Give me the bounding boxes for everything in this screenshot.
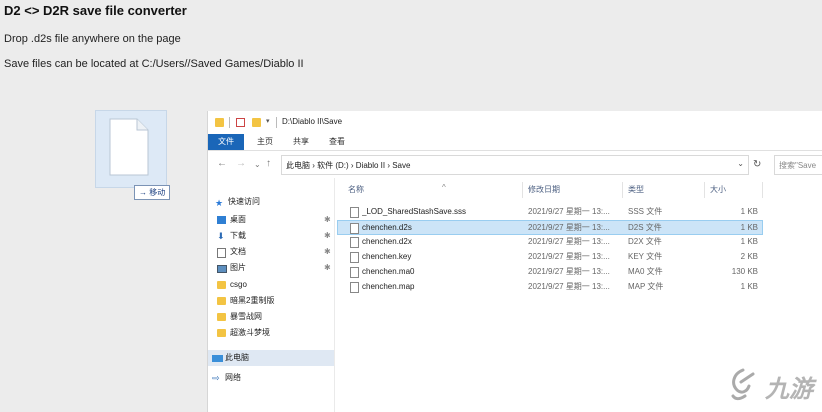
download-icon: ⬇ — [217, 231, 225, 241]
document-icon — [217, 248, 226, 258]
customize-toolbar-icon[interactable]: ▾ — [266, 117, 270, 125]
jiuyou-logo: 九游 — [731, 368, 817, 403]
nav-item-d2r[interactable]: 暗黑2重制版 — [217, 294, 274, 308]
pc-icon — [212, 355, 223, 362]
pin-icon[interactable]: ✱ — [324, 229, 331, 243]
save-location-note: Save files can be located at C:/Users//S… — [4, 58, 304, 70]
explorer-titlebar: ▾ D:\Diablo II\Save — [208, 111, 822, 134]
pin-icon[interactable]: ✱ — [324, 261, 331, 275]
forward-arrow-icon[interactable]: → — [236, 158, 246, 169]
pin-icon[interactable]: ✱ — [324, 245, 331, 259]
file-row[interactable]: chenchen.d2x 2021/9/27 星期一 13:... D2X 文件… — [338, 235, 762, 249]
address-row: ← → ⌄ ↑ 此电脑 › 软件 (D:) › Diablo II › Save… — [208, 151, 822, 178]
back-arrow-icon[interactable]: ← — [217, 158, 227, 169]
folder-icon — [217, 329, 226, 337]
folder-icon — [215, 118, 224, 127]
file-row-selected[interactable]: chenchen.d2s 2021/9/27 星期一 13:... D2S 文件… — [337, 220, 763, 235]
nav-item-csgo[interactable]: csgo — [217, 278, 247, 292]
new-folder-icon[interactable] — [252, 118, 261, 127]
file-row[interactable]: chenchen.ma0 2021/9/27 星期一 13:... MA0 文件… — [338, 265, 762, 279]
folder-icon — [217, 281, 226, 289]
dragged-file-ghost[interactable] — [95, 110, 167, 188]
tab-home[interactable]: 主页 — [257, 134, 273, 150]
nav-item-pictures[interactable]: 图片 ✱ — [217, 261, 331, 275]
folder-icon — [217, 313, 226, 321]
watermark-text: 九游 — [764, 375, 817, 403]
refresh-icon[interactable]: ↻ — [753, 159, 761, 170]
file-row[interactable]: chenchen.key 2021/9/27 星期一 13:... KEY 文件… — [338, 250, 762, 264]
nav-item-desktop[interactable]: 桌面 ✱ — [217, 213, 331, 227]
breadcrumb[interactable]: 此电脑 › 软件 (D:) › Diablo II › Save — [286, 160, 410, 171]
tab-share[interactable]: 共享 — [293, 134, 309, 150]
column-header-name[interactable]: 名称 ^ — [348, 183, 446, 197]
file-icon — [350, 267, 359, 278]
file-icon — [350, 282, 359, 293]
nav-item-network[interactable]: ⇨ 网络 — [212, 371, 241, 385]
tab-view[interactable]: 查看 — [329, 134, 345, 150]
file-icon — [350, 207, 359, 218]
drop-instruction: Drop .d2s file anywhere on the page — [4, 33, 181, 45]
drag-move-tooltip: → 移动 — [134, 185, 171, 200]
folder-icon — [217, 297, 226, 305]
network-icon: ⇨ — [212, 373, 220, 383]
recent-locations-icon[interactable]: ⌄ — [254, 160, 261, 169]
properties-icon[interactable] — [236, 118, 245, 127]
star-icon: ★ — [215, 198, 224, 208]
up-arrow-icon[interactable]: ↑ — [266, 158, 271, 169]
chevron-down-icon[interactable]: ⌄ — [737, 159, 744, 168]
page-title: D2 <> D2R save file converter — [4, 3, 187, 18]
ribbon-tabs: 文件 主页 共享 查看 — [208, 134, 822, 151]
column-header-type[interactable]: 类型 — [628, 183, 644, 197]
pin-icon[interactable]: ✱ — [324, 213, 331, 227]
navigation-pane: ★ 快速访问 桌面 ✱ ⬇ 下载 ✱ 文档 ✱ 图片 ✱ csgo 暗黑2重制版… — [208, 178, 335, 412]
file-row[interactable]: chenchen.map 2021/9/27 星期一 13:... MAP 文件… — [338, 280, 762, 294]
nav-item-battlenet[interactable]: 暴雪战网 — [217, 310, 262, 324]
window-title-path: D:\Diablo II\Save — [282, 117, 343, 126]
file-icon — [350, 237, 359, 248]
file-row[interactable]: _LOD_SharedStashSave.sss 2021/9/27 星期一 1… — [338, 205, 762, 219]
file-icon — [109, 118, 149, 176]
pictures-icon — [217, 265, 227, 273]
nav-item-downloads[interactable]: ⬇ 下载 ✱ — [217, 229, 331, 243]
address-bar[interactable]: 此电脑 › 软件 (D:) › Diablo II › Save ⌄ — [281, 155, 749, 175]
file-icon — [350, 223, 359, 234]
tab-file[interactable]: 文件 — [208, 134, 244, 150]
sort-ascending-icon: ^ — [442, 183, 446, 192]
file-icon — [350, 252, 359, 263]
search-input[interactable]: 搜索"Save — [774, 155, 822, 175]
nav-item-dreamland[interactable]: 超激斗梦境 — [217, 326, 270, 340]
column-header-size[interactable]: 大小 — [710, 183, 726, 197]
desktop-icon — [217, 216, 226, 224]
nav-item-quick-access[interactable]: ★ 快速访问 — [215, 195, 260, 209]
column-header-date[interactable]: 修改日期 — [528, 183, 560, 197]
nav-item-documents[interactable]: 文档 ✱ — [217, 245, 331, 259]
nav-item-this-pc[interactable]: 此电脑 — [212, 351, 249, 365]
